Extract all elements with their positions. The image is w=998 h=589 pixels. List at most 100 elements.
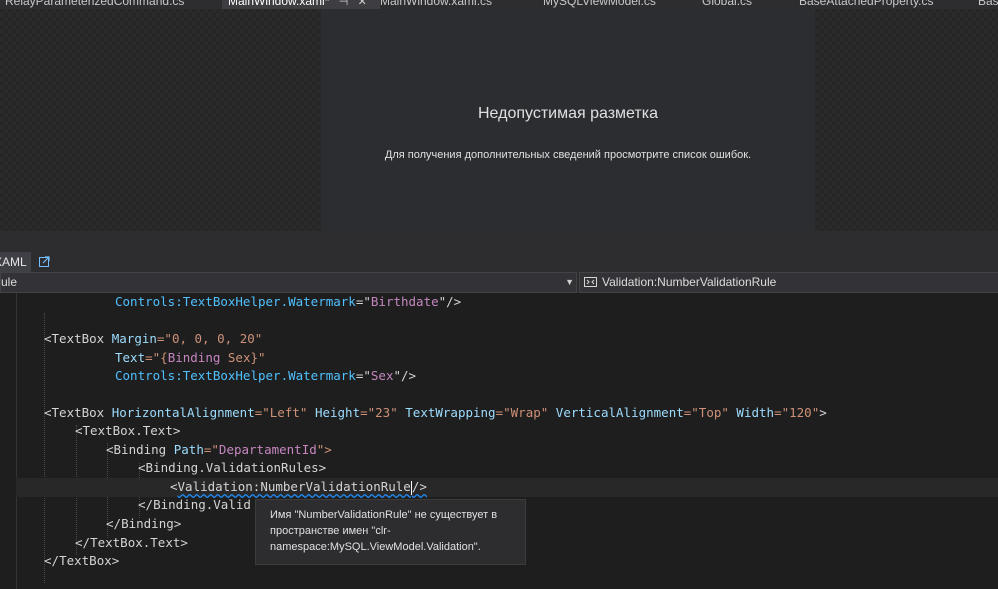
invalid-markup-panel: Недопустимая разметка Для получения допо… bbox=[321, 9, 815, 231]
tab-label: Base bbox=[978, 0, 998, 8]
code-token: =" bbox=[355, 294, 371, 309]
tab-global-cs[interactable]: Global.cs bbox=[702, 0, 752, 9]
code-token: > bbox=[318, 460, 327, 475]
element-icon bbox=[584, 277, 597, 287]
code-token: TextBox bbox=[59, 553, 112, 568]
document-tab-strip: RelayParameterizedCommand.cs MainWindow.… bbox=[0, 0, 998, 9]
tab-label: RelayParameterizedCommand.cs bbox=[5, 0, 185, 8]
code-token: ="Left" bbox=[254, 405, 308, 420]
popout-icon[interactable] bbox=[39, 256, 50, 267]
tab-label: MainWindow.xaml.cs bbox=[380, 0, 493, 8]
code-token: TextBox bbox=[51, 331, 105, 346]
tab-mainwindow-xaml-cs[interactable]: MainWindow.xaml.cs bbox=[380, 0, 492, 9]
code-token: > bbox=[180, 535, 188, 550]
code-token: ="Wrap" bbox=[495, 405, 549, 420]
code-token: /> bbox=[411, 479, 427, 494]
member-dropdown[interactable]: Validation:NumberValidationRule bbox=[579, 272, 998, 293]
code-line: <Binding Path="DepartamentId"> bbox=[106, 441, 332, 460]
code-token: Margin bbox=[104, 331, 157, 346]
tab-label: BaseAttachedProperty.cs bbox=[799, 0, 934, 8]
code-token: DepartamentId bbox=[218, 442, 317, 457]
code-token-error: Validation:NumberValidationRule bbox=[177, 479, 411, 494]
code-token: > bbox=[111, 553, 120, 568]
code-token: Controls:TextBoxHelper.Watermark bbox=[115, 294, 356, 309]
pin-icon[interactable]: ⊣ bbox=[339, 0, 349, 8]
code-token: Height bbox=[307, 405, 361, 420]
code-token: Text bbox=[115, 350, 146, 365]
code-token: Birthdate bbox=[370, 294, 439, 309]
code-token: > bbox=[172, 423, 181, 438]
code-token: </ bbox=[106, 516, 122, 531]
code-token: ="Top" bbox=[683, 405, 729, 420]
code-token: TextBox.Text bbox=[90, 535, 181, 550]
tab-base-attached-property[interactable]: BaseAttachedProperty.cs bbox=[799, 0, 934, 9]
code-token: }" bbox=[250, 350, 266, 365]
error-tooltip-text: Имя "NumberValidationRule" не существует… bbox=[270, 509, 498, 553]
code-token: Binding bbox=[113, 442, 167, 457]
code-line: <TextBox Margin="0, 0, 0, 20" bbox=[44, 330, 262, 349]
code-token: =" bbox=[203, 442, 219, 457]
code-token: TextBox.Text bbox=[82, 423, 173, 438]
code-token: ="0, 0, 0, 20" bbox=[156, 331, 263, 346]
code-line: <Binding.ValidationRules> bbox=[138, 459, 326, 478]
code-token: < bbox=[44, 331, 52, 346]
code-token: TextBox bbox=[51, 405, 105, 420]
code-line: </Binding> bbox=[106, 515, 181, 534]
code-line-current: <Validation:NumberValidationRule/> bbox=[16, 478, 998, 497]
type-dropdown-value: ule bbox=[1, 275, 18, 289]
code-token: "/> bbox=[438, 294, 462, 309]
code-token: VerticalAlignment bbox=[548, 405, 684, 420]
code-token: Sex bbox=[220, 350, 251, 365]
code-token: HorizontalAlignment bbox=[104, 405, 255, 420]
tab-label: MainWindow.xaml* bbox=[228, 0, 330, 8]
code-token: < bbox=[44, 405, 52, 420]
code-token: Path bbox=[166, 442, 204, 457]
code-line: Text="{Binding Sex}" bbox=[115, 349, 266, 368]
code-token: Sex bbox=[370, 368, 394, 383]
invalid-markup-title: Недопустимая разметка bbox=[478, 105, 658, 122]
tab-relay-parameterized-command[interactable]: RelayParameterizedCommand.cs bbox=[5, 0, 184, 9]
code-token: "/> bbox=[393, 368, 417, 383]
code-line: </TextBox> bbox=[44, 552, 119, 571]
chevron-down-icon: ▼ bbox=[565, 277, 574, 287]
xaml-designer-surface: Недопустимая разметка Для получения допо… bbox=[0, 9, 998, 231]
code-token: Controls:TextBoxHelper.Watermark bbox=[115, 368, 356, 383]
invalid-markup-description: Для получения дополнительных сведений пр… bbox=[384, 149, 752, 161]
code-token: < bbox=[106, 442, 114, 457]
code-token: Binding bbox=[167, 350, 221, 365]
close-icon[interactable]: ✕ bbox=[358, 0, 367, 8]
code-token: </ bbox=[44, 553, 60, 568]
error-tooltip: Имя "NumberValidationRule" не существует… bbox=[255, 499, 526, 565]
pane-switcher: XAML bbox=[0, 252, 998, 272]
code-token: ="120" bbox=[774, 405, 820, 420]
tab-mysql-viewmodel[interactable]: MySQLViewModel.cs bbox=[543, 0, 656, 9]
tab-mainwindow-xaml[interactable]: MainWindow.xaml* ⊣ ✕ bbox=[222, 0, 380, 9]
tab-label: MySQLViewModel.cs bbox=[543, 0, 656, 8]
code-token: ="23" bbox=[360, 405, 398, 420]
code-token: Binding.ValidationRules bbox=[145, 460, 319, 475]
editor-gutter bbox=[0, 293, 17, 589]
tab-xaml[interactable]: XAML bbox=[0, 252, 31, 272]
code-line: </TextBox.Text> bbox=[75, 534, 188, 553]
code-token: ="{ bbox=[145, 350, 168, 365]
tab-label: Global.cs bbox=[702, 0, 753, 8]
code-line: Controls:TextBoxHelper.Watermark="Birthd… bbox=[115, 293, 461, 312]
member-dropdown-value: Validation:NumberValidationRule bbox=[602, 275, 777, 289]
tab-base[interactable]: Base bbox=[978, 0, 998, 9]
code-token: =" bbox=[355, 368, 371, 383]
code-token: < bbox=[75, 423, 83, 438]
code-token: Binding.Valid bbox=[153, 497, 251, 512]
code-line: <TextBox.Text> bbox=[75, 422, 180, 441]
code-token: "> bbox=[316, 442, 332, 457]
code-token: </ bbox=[138, 497, 154, 512]
code-token: < bbox=[138, 460, 146, 475]
code-line: <TextBox HorizontalAlignment="Left" Heig… bbox=[44, 404, 827, 423]
code-token: > bbox=[819, 405, 827, 420]
code-token: </ bbox=[75, 535, 91, 550]
code-token: < bbox=[170, 479, 178, 494]
designer-splitter[interactable] bbox=[0, 231, 998, 252]
code-line: </Binding.Valid bbox=[138, 496, 251, 515]
navigation-bar: ule ▼ Validation:NumberValidationRule bbox=[0, 272, 998, 293]
type-dropdown[interactable]: ule ▼ bbox=[0, 272, 577, 293]
code-token: > bbox=[173, 516, 182, 531]
